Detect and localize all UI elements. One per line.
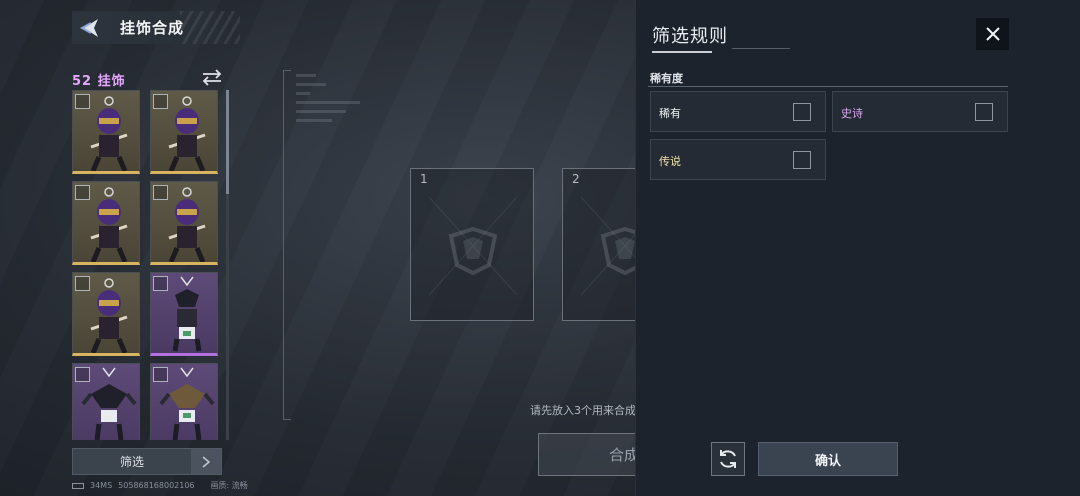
slot-emblem-icon: [428, 196, 518, 296]
charm-figure-icon: [168, 187, 206, 262]
inventory-item-card[interactable]: [72, 272, 140, 356]
option-checkbox[interactable]: [793, 103, 811, 121]
title-underline: [652, 51, 712, 53]
compose-button[interactable]: 合成: [538, 433, 648, 476]
option-label: 稀有: [659, 107, 681, 120]
filter-button-label: 筛选: [119, 455, 144, 469]
charm-robot-icon: [159, 367, 215, 440]
rarity-section-label: 稀有度: [650, 72, 683, 85]
inventory-title: 52 挂饰: [72, 74, 126, 89]
rarity-option-rare[interactable]: 稀有: [650, 91, 826, 132]
page-title: 挂饰合成: [120, 19, 185, 37]
chevron-right-icon: [191, 449, 221, 474]
uid-text: 505868168002106: [118, 481, 195, 490]
synthesis-slot[interactable]: 1: [410, 168, 534, 321]
title-underline-secondary: [732, 48, 790, 49]
inventory-item-card[interactable]: [72, 90, 140, 174]
option-label: 传说: [659, 155, 681, 168]
close-icon: [985, 27, 1000, 41]
option-label: 史诗: [841, 107, 863, 120]
inventory-grid: [72, 90, 222, 440]
header-bar: 挂饰合成: [72, 11, 240, 44]
status-bar: 34MS 505868168002106 画质: 流畅: [72, 480, 248, 491]
charm-figure-icon: [168, 96, 206, 171]
decorative-lines: [296, 74, 366, 128]
swap-arrows-icon: [202, 69, 222, 86]
back-button[interactable]: [72, 11, 108, 44]
reset-button[interactable]: [711, 442, 745, 476]
inventory-item-card[interactable]: [72, 363, 140, 440]
option-checkbox[interactable]: [793, 151, 811, 169]
sort-swap-button[interactable]: [200, 68, 224, 86]
filter-button[interactable]: 筛选: [72, 448, 222, 475]
option-checkbox[interactable]: [975, 103, 993, 121]
inventory-item-card[interactable]: [150, 90, 218, 174]
charm-robot-icon: [81, 367, 137, 440]
battery-icon: [72, 482, 84, 489]
decorative-bracket: [283, 70, 291, 420]
rarity-option-epic[interactable]: 史诗: [832, 91, 1008, 132]
charm-figure-icon: [90, 278, 128, 353]
back-arrow-icon: [79, 18, 98, 37]
refresh-icon: [720, 450, 736, 468]
scrollbar-thumb[interactable]: [226, 90, 229, 194]
inventory-item-card[interactable]: [150, 272, 218, 356]
panel-title: 筛选规则: [652, 26, 728, 47]
quality-text: 画质: 流畅: [210, 481, 248, 490]
inventory-item-card[interactable]: [150, 181, 218, 265]
inventory-item-card[interactable]: [150, 363, 218, 440]
close-button[interactable]: [976, 18, 1009, 50]
charm-figure-icon: [90, 96, 128, 171]
confirm-button[interactable]: 确认: [758, 442, 898, 476]
slot-number: 1: [420, 172, 428, 186]
rarity-option-legendary[interactable]: 传说: [650, 139, 826, 180]
charm-figure-icon: [90, 187, 128, 262]
ping-text: 34MS: [90, 481, 113, 490]
charm-robot-icon: [172, 276, 202, 352]
inventory-item-card[interactable]: [72, 181, 140, 265]
slot-number: 2: [572, 172, 580, 186]
inventory-scrollbar[interactable]: [226, 90, 229, 440]
header-hatch-decoration: [180, 11, 240, 44]
section-divider: [648, 86, 1008, 87]
synthesis-hint: 请先放入3个用来合成: [530, 404, 636, 417]
filter-panel: 筛选规则 稀有度 稀有 史诗 传说 确认: [635, 0, 1080, 496]
